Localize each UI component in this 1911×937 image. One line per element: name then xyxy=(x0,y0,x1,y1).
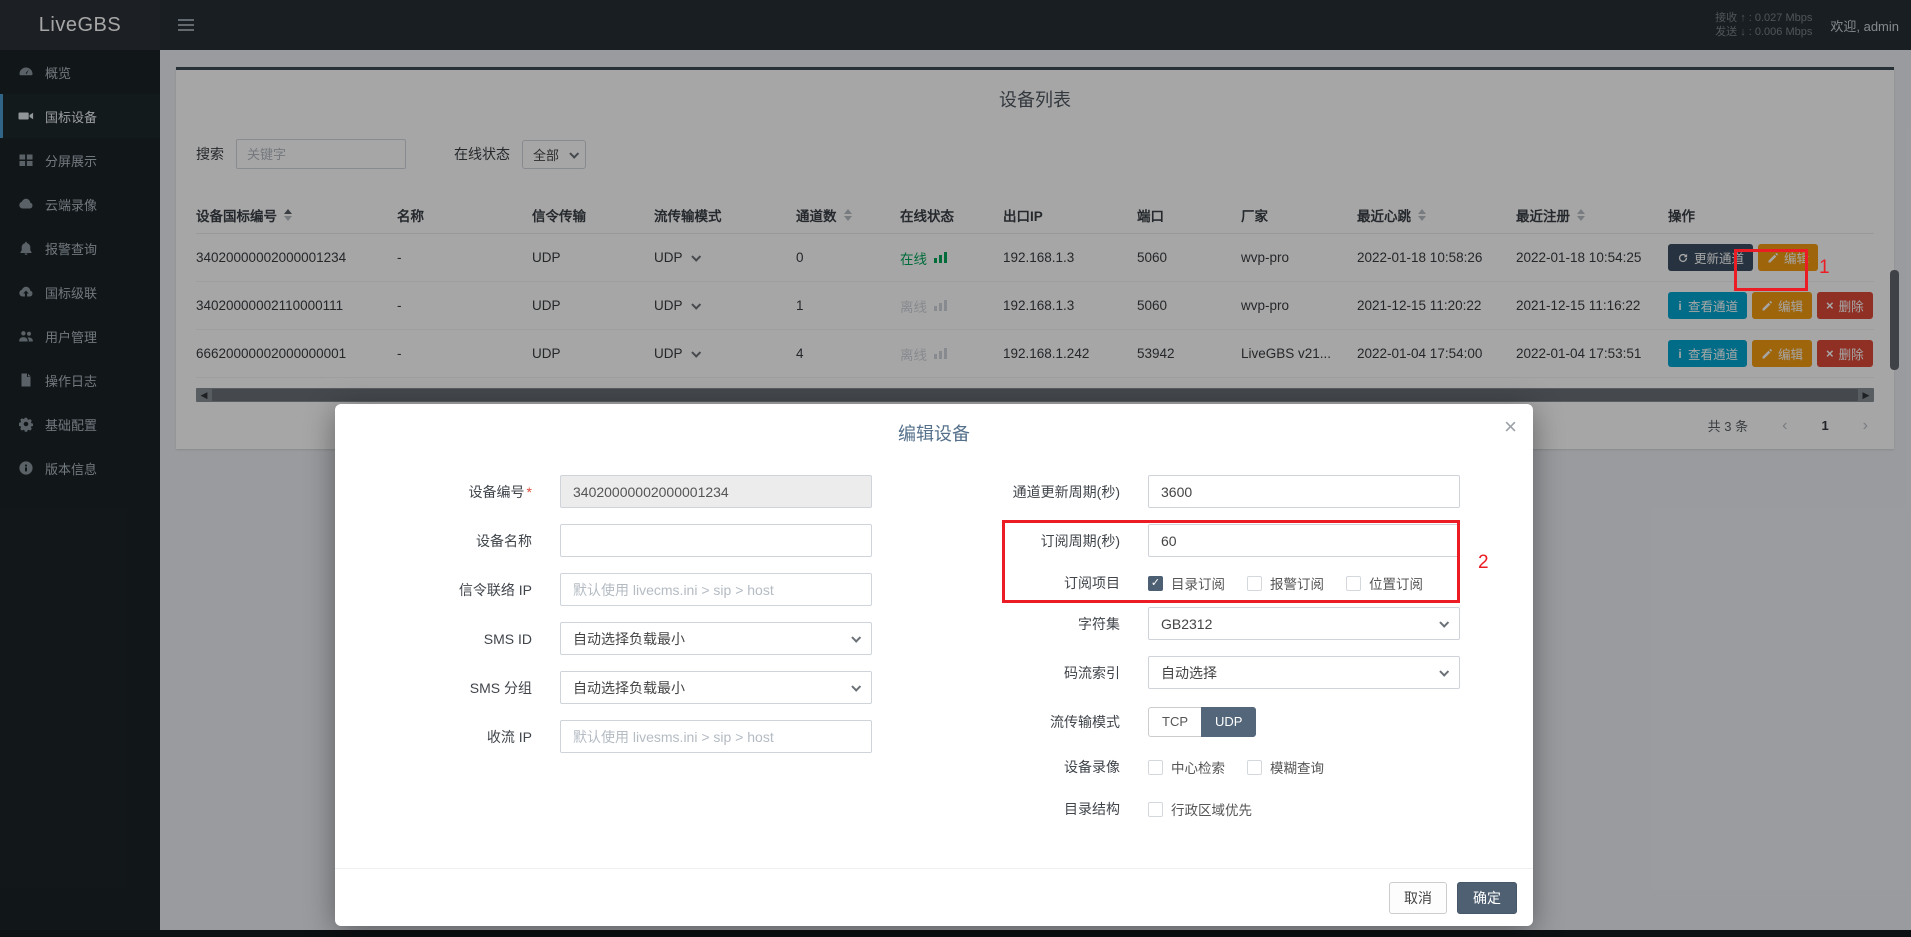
device-record-label: 设备录像 xyxy=(923,757,1120,777)
close-icon[interactable]: × xyxy=(1504,416,1517,438)
sms-id-value: 自动选择负载最小 xyxy=(573,629,685,649)
charset-select[interactable]: GB2312 xyxy=(1148,607,1460,640)
charset-label: 字符集 xyxy=(923,614,1120,634)
modal-body: 设备编号* 设备名称 信令联络 IP SMS ID 自动选择负载最小 SMS 分… xyxy=(335,459,1533,868)
device-id-label: 设备编号 xyxy=(469,484,525,500)
subscribe-items-label: 订阅项目 xyxy=(923,573,1120,593)
alarm-subscribe-option[interactable]: 报警订阅 xyxy=(1247,573,1324,593)
checkbox-icon[interactable] xyxy=(1148,802,1163,817)
required-asterisk: * xyxy=(527,484,532,500)
center-search-option[interactable]: 中心检索 xyxy=(1148,757,1225,777)
cancel-button[interactable]: 取消 xyxy=(1389,882,1447,914)
chevron-down-icon xyxy=(1439,618,1449,628)
sms-group-select[interactable]: 自动选择负载最小 xyxy=(560,671,872,704)
channel-refresh-label: 通道更新周期(秒) xyxy=(923,482,1120,502)
modal-footer: 取消 确定 xyxy=(335,868,1533,926)
option-label: 目录订阅 xyxy=(1171,573,1225,593)
stream-mode-toggle: TCP UDP xyxy=(1148,707,1256,737)
channel-refresh-field[interactable] xyxy=(1148,475,1460,508)
option-label: 中心检索 xyxy=(1171,757,1225,777)
modal-right-column: 通道更新周期(秒) 订阅周期(秒) 订阅项目 目录订阅 报警订阅 位置订阅 xyxy=(923,475,1523,835)
sms-id-select[interactable]: 自动选择负载最小 xyxy=(560,622,872,655)
tcp-toggle-button[interactable]: TCP xyxy=(1148,707,1201,737)
checkbox-icon[interactable] xyxy=(1247,760,1262,775)
edit-device-modal: 编辑设备 × 设备编号* 设备名称 信令联络 IP SMS ID 自动选择 xyxy=(335,404,1533,926)
option-label: 行政区域优先 xyxy=(1171,799,1252,819)
device-name-field[interactable] xyxy=(560,524,872,557)
device-name-label: 设备名称 xyxy=(335,531,532,551)
option-label: 位置订阅 xyxy=(1369,573,1423,593)
dir-structure-label: 目录结构 xyxy=(923,799,1120,819)
chevron-down-icon xyxy=(851,633,861,643)
signal-ip-label: 信令联络 IP xyxy=(335,580,532,600)
charset-value: GB2312 xyxy=(1161,616,1212,632)
sms-group-value: 自动选择负载最小 xyxy=(573,678,685,698)
admin-region-priority-option[interactable]: 行政区域优先 xyxy=(1148,799,1252,819)
recv-ip-label: 收流 IP xyxy=(335,727,532,747)
stream-mode-label: 流传输模式 xyxy=(923,712,1120,732)
checkbox-icon[interactable] xyxy=(1148,760,1163,775)
sms-group-label: SMS 分组 xyxy=(335,678,532,698)
stream-index-label: 码流索引 xyxy=(923,663,1120,683)
modal-left-column: 设备编号* 设备名称 信令联络 IP SMS ID 自动选择负载最小 SMS 分… xyxy=(335,475,910,769)
signal-ip-field[interactable] xyxy=(560,573,872,606)
option-label: 报警订阅 xyxy=(1270,573,1324,593)
modal-title: 编辑设备 xyxy=(335,404,1533,446)
checkbox-icon[interactable] xyxy=(1346,576,1361,591)
stream-index-value: 自动选择 xyxy=(1161,663,1217,683)
position-subscribe-option[interactable]: 位置订阅 xyxy=(1346,573,1423,593)
recv-ip-field[interactable] xyxy=(560,720,872,753)
option-label: 模糊查询 xyxy=(1270,757,1324,777)
device-id-field xyxy=(560,475,872,508)
checkbox-icon[interactable] xyxy=(1247,576,1262,591)
fuzzy-query-option[interactable]: 模糊查询 xyxy=(1247,757,1324,777)
sms-id-label: SMS ID xyxy=(335,631,532,647)
udp-toggle-button[interactable]: UDP xyxy=(1201,707,1256,737)
chevron-down-icon xyxy=(851,682,861,692)
stream-index-select[interactable]: 自动选择 xyxy=(1148,656,1460,689)
confirm-button[interactable]: 确定 xyxy=(1457,882,1517,914)
subscribe-period-label: 订阅周期(秒) xyxy=(923,531,1120,551)
chevron-down-icon xyxy=(1439,667,1449,677)
app-root: LiveGBS 接收 ↑ : 0.027 Mbps 发送 ↓ : 0.006 M… xyxy=(0,0,1911,937)
catalog-subscribe-option[interactable]: 目录订阅 xyxy=(1148,573,1225,593)
subscribe-period-field[interactable] xyxy=(1148,524,1460,557)
checkbox-checked-icon[interactable] xyxy=(1148,576,1163,591)
